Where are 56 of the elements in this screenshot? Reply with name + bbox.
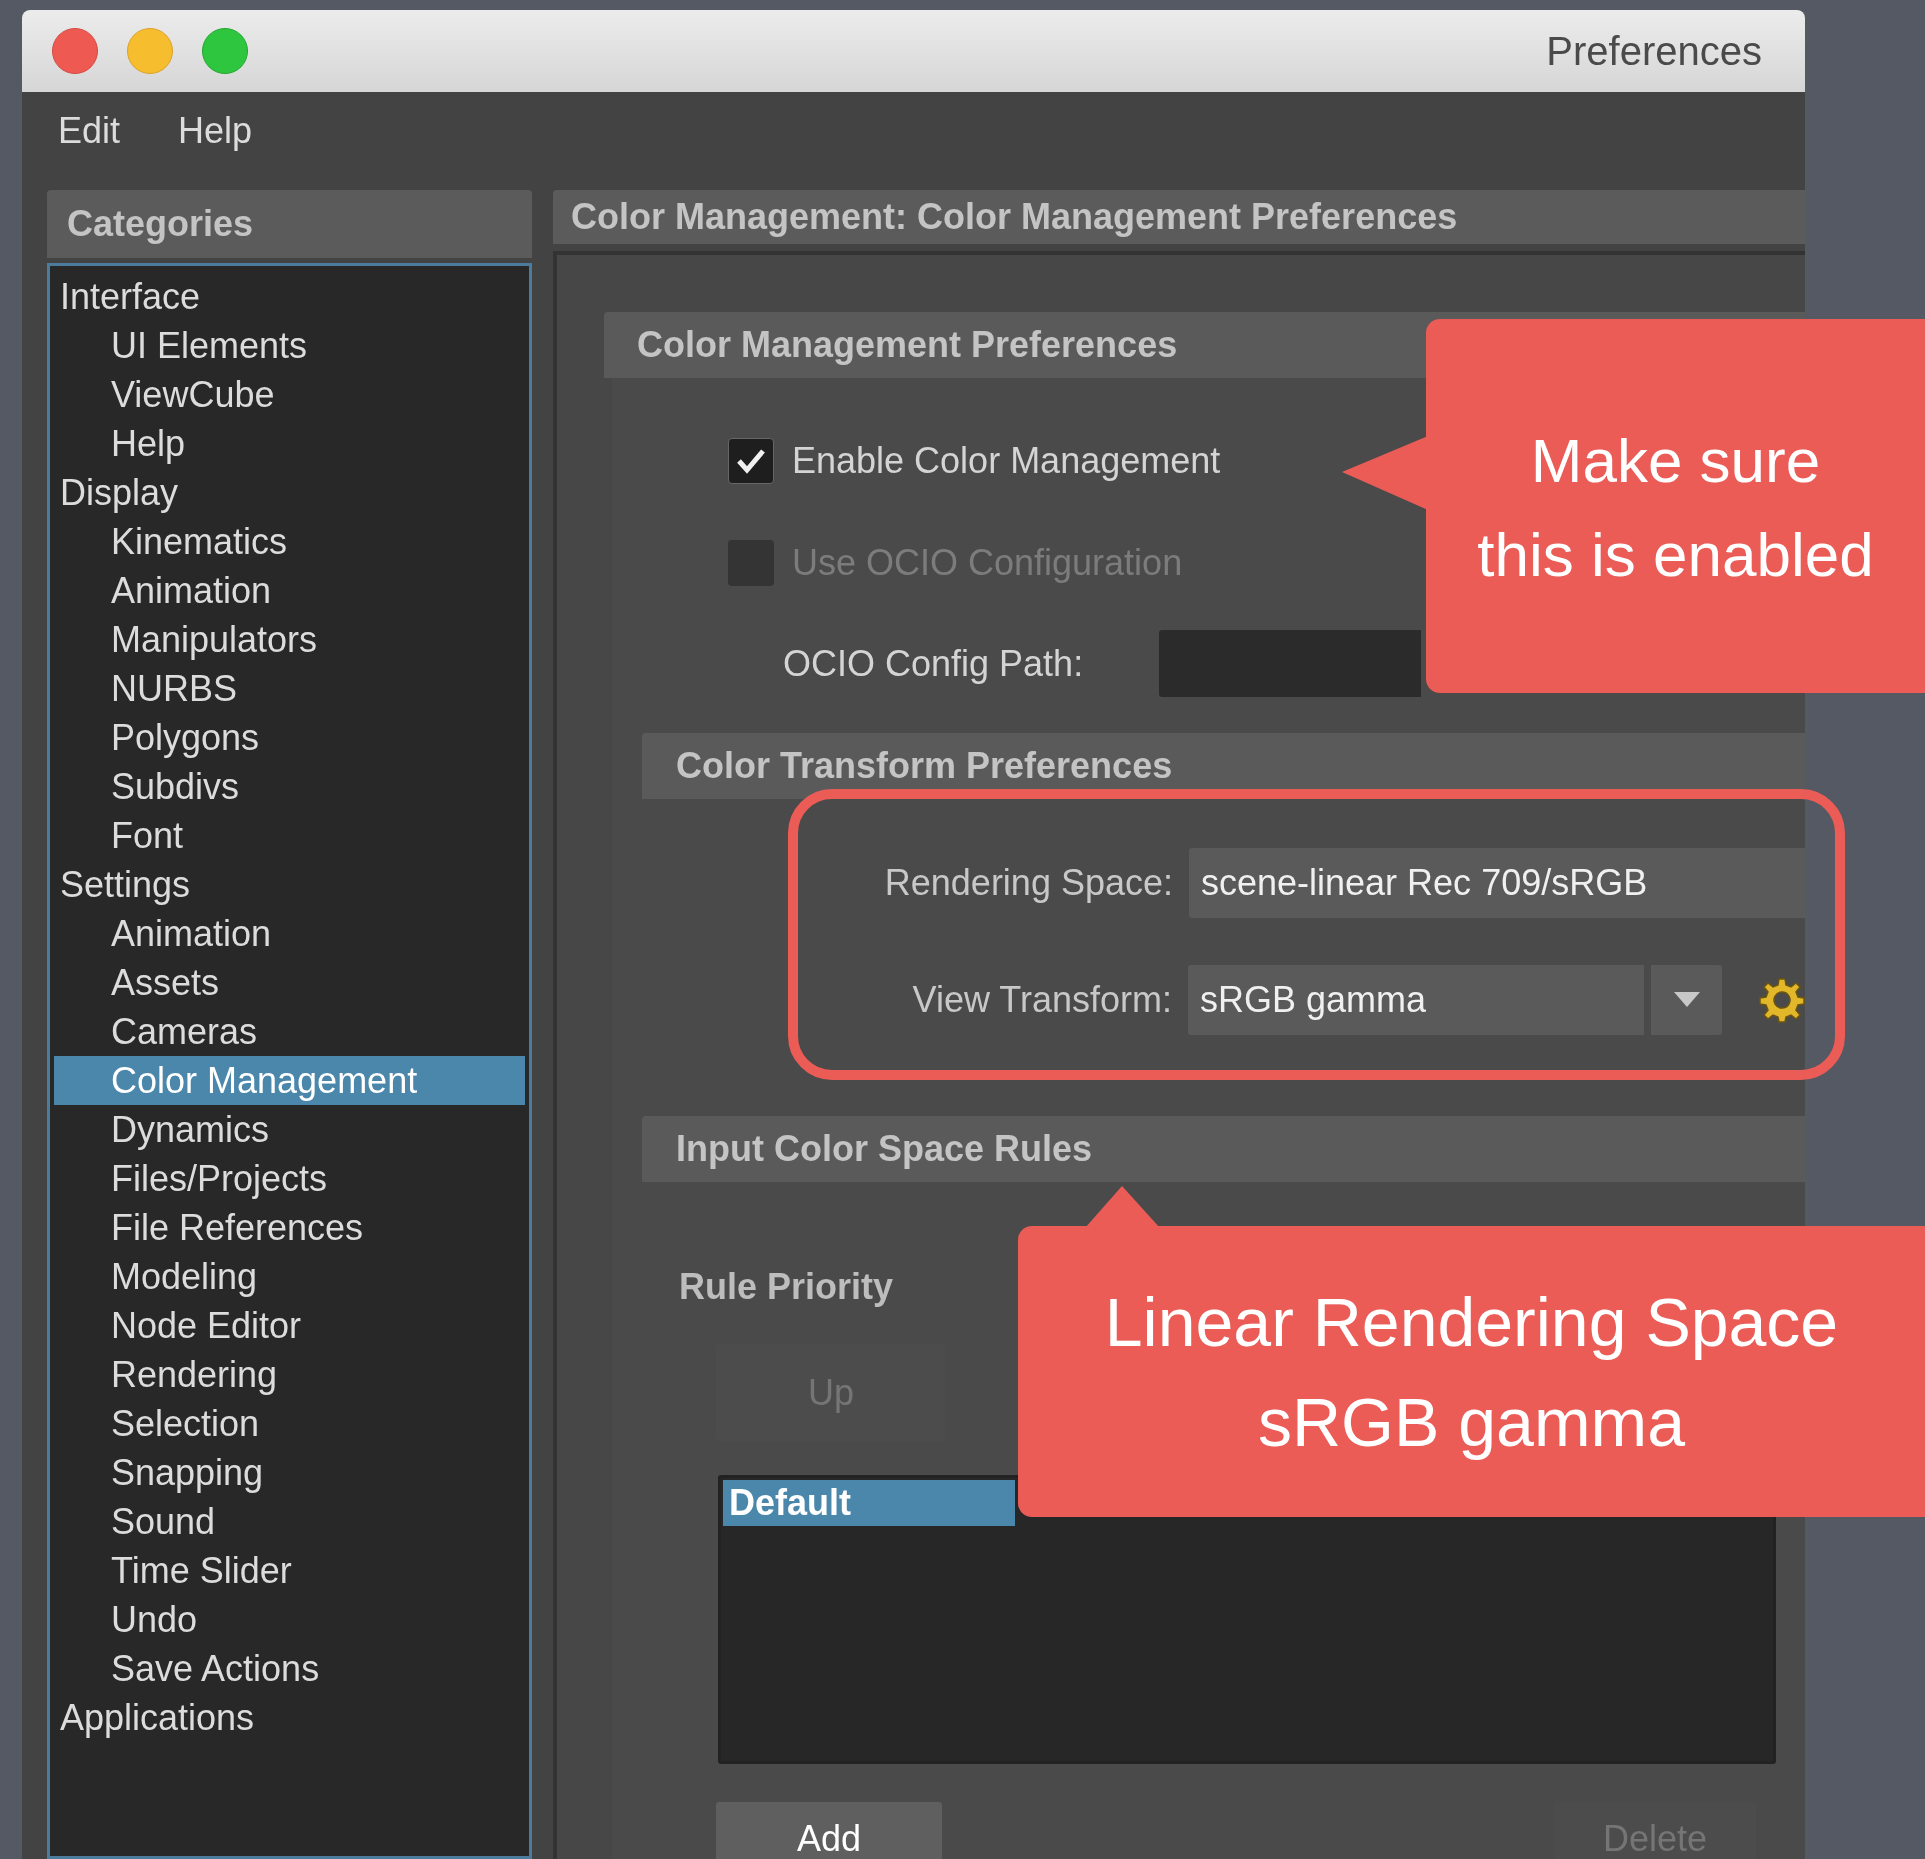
checkbox-label: Enable Color Management (792, 439, 1221, 483)
category-item[interactable]: Sound (54, 1497, 525, 1546)
category-item[interactable]: File References (54, 1203, 525, 1252)
category-item[interactable]: Polygons (54, 713, 525, 762)
category-item[interactable]: Cameras (54, 1007, 525, 1056)
view-transform-dropdown[interactable]: sRGB gamma (1188, 965, 1645, 1035)
categories-header: Categories (47, 190, 532, 258)
category-item[interactable]: Selection (54, 1399, 525, 1448)
category-item[interactable]: UI Elements (54, 321, 525, 370)
category-item[interactable]: Node Editor (54, 1301, 525, 1350)
dropdown-button[interactable] (1651, 965, 1722, 1035)
menu-item[interactable]: Help (178, 104, 253, 158)
category-item[interactable]: Manipulators (54, 615, 525, 664)
rule-priority-label: Rule Priority (679, 1267, 895, 1307)
category-item[interactable]: Time Slider (54, 1546, 525, 1595)
checkbox[interactable] (728, 438, 774, 484)
category-item[interactable]: Rendering (54, 1350, 525, 1399)
callout: Make sure this is enabled (1426, 319, 1925, 693)
category-item[interactable]: Animation (54, 909, 525, 958)
category-item[interactable]: Save Actions (54, 1644, 525, 1693)
category-item[interactable]: Dynamics (54, 1105, 525, 1154)
category-item[interactable]: Undo (54, 1595, 525, 1644)
menu-item[interactable]: Edit (58, 104, 121, 158)
add-button[interactable]: Add (716, 1802, 942, 1859)
category-item[interactable]: Assets (54, 958, 525, 1007)
category-item[interactable]: Font (54, 811, 525, 860)
callout: Linear Rendering Space sRGB gamma (1018, 1226, 1925, 1517)
config-path-field[interactable] (1159, 630, 1421, 697)
category-item[interactable]: Interface (54, 272, 525, 321)
field-label: OCIO Config Path: (783, 641, 1085, 686)
rendering-space-field[interactable]: scene-linear Rec 709/sRGB (1189, 848, 1805, 918)
field-label: View Transform: (911, 978, 1172, 1022)
category-item[interactable]: Applications (54, 1693, 525, 1742)
field-label: Rendering Space: (883, 861, 1173, 905)
panel-header: Color Management: Color Management Preferences (553, 190, 1805, 244)
category-item[interactable]: Subdivs (54, 762, 525, 811)
section-header: Input Color Space Rules (642, 1116, 1805, 1182)
close-button[interactable] (52, 28, 98, 74)
category-item[interactable]: Modeling (54, 1252, 525, 1301)
category-item[interactable]: Color Management (54, 1056, 525, 1105)
rule-item[interactable]: Default (723, 1480, 1015, 1526)
category-item[interactable]: Settings (54, 860, 525, 909)
category-item[interactable]: ViewCube (54, 370, 525, 419)
caret-icon (1673, 992, 1700, 1008)
category-item[interactable]: Help (54, 419, 525, 468)
category-item[interactable]: NURBS (54, 664, 525, 713)
category-item[interactable]: Display (54, 468, 525, 517)
category-item[interactable]: Files/Projects (54, 1154, 525, 1203)
category-item[interactable]: Snapping (54, 1448, 525, 1497)
checkmark-icon (736, 448, 766, 474)
window-title: Preferences (1546, 28, 1762, 75)
category-item[interactable]: Animation (54, 566, 525, 615)
minimize-button[interactable] (127, 28, 173, 74)
gear-icon[interactable] (1759, 977, 1805, 1023)
category-item[interactable]: Kinematics (54, 517, 525, 566)
zoom-button[interactable] (202, 28, 248, 74)
